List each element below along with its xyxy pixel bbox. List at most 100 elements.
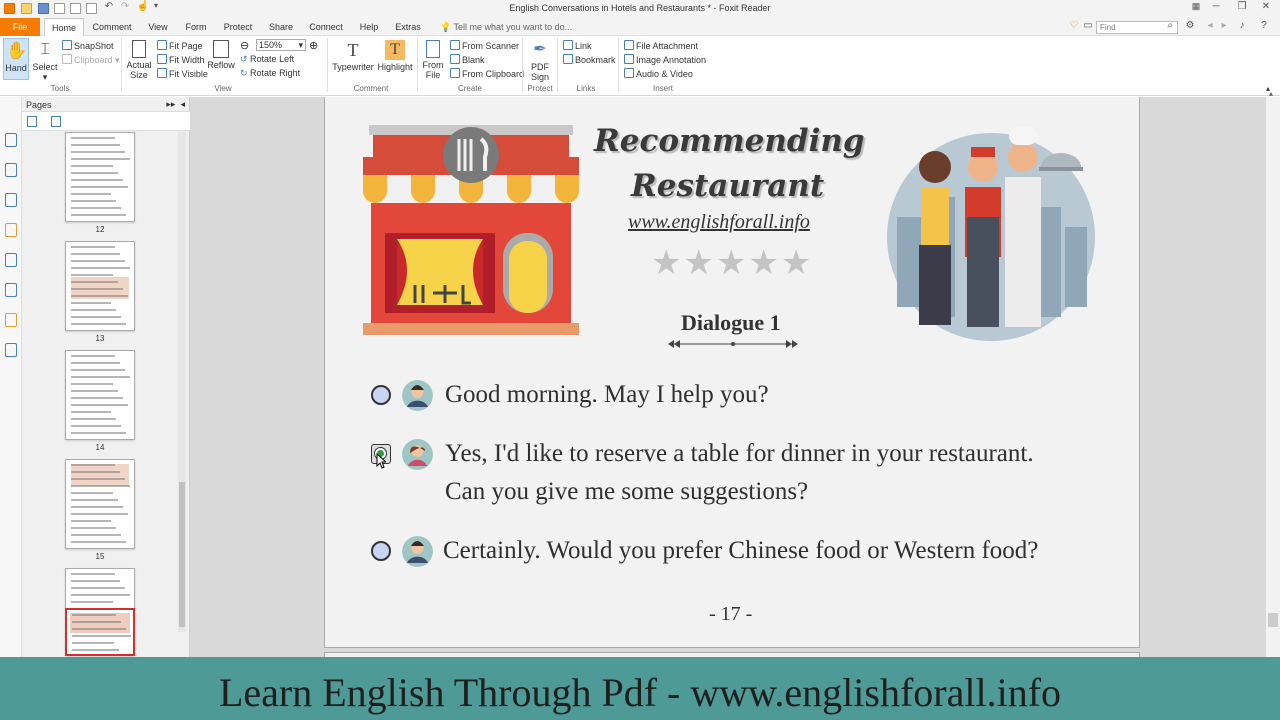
help-icon[interactable]: ?: [1254, 20, 1274, 34]
tab-extras[interactable]: Extras: [390, 18, 426, 36]
tell-me-search[interactable]: 💡 Tell me what you want to do...: [440, 18, 640, 36]
group-insert-label: Insert: [652, 84, 673, 93]
ribbon-display-icon[interactable]: ▦: [1186, 1, 1206, 15]
pages-scrollbar-thumb[interactable]: [179, 482, 185, 627]
document-website-link[interactable]: www.englishforall.info: [628, 211, 810, 234]
tab-share[interactable]: Share: [264, 18, 298, 36]
scroll-up-icon[interactable]: ▴: [1269, 89, 1273, 98]
account-icon[interactable]: ▭: [1078, 20, 1098, 34]
thumbnail-text-line: [71, 288, 123, 290]
settings-gear-icon[interactable]: ⚙: [1180, 20, 1200, 34]
tab-view[interactable]: View: [142, 18, 174, 36]
security-lock-icon[interactable]: [5, 313, 17, 327]
zoom-in-icon[interactable]: ⊕: [309, 39, 318, 52]
layers-nav-icon[interactable]: [5, 193, 17, 207]
thumbnail-text-line: [72, 628, 126, 630]
fit-width-button[interactable]: Fit Width: [157, 54, 205, 65]
pages-nav-icon[interactable]: [5, 133, 17, 147]
pdf-sign-button[interactable]: ✒ PDF Sign: [526, 40, 554, 82]
tab-connect[interactable]: Connect: [304, 18, 348, 36]
thumbnail-text-line: [71, 281, 118, 283]
from-clipboard-button[interactable]: From Clipboard: [450, 68, 524, 79]
page-thumbnail[interactable]: [65, 132, 135, 222]
thumbnail-text-line: [71, 137, 115, 139]
audio-video-button[interactable]: Audio & Video: [624, 68, 693, 79]
tab-file[interactable]: File: [0, 18, 40, 36]
zoom-select[interactable]: 150% ▾: [256, 39, 306, 51]
dialogue-3-radio[interactable]: [371, 541, 391, 561]
close-icon[interactable]: ✕: [1256, 1, 1276, 15]
pages-scrollbar[interactable]: [178, 132, 186, 632]
from-scanner-button[interactable]: From Scanner: [450, 40, 519, 51]
thumbnail-text-line: [71, 411, 111, 413]
dialogue-1-radio[interactable]: [371, 385, 391, 405]
image-annotation-button[interactable]: Image Annotation: [624, 54, 706, 65]
window-title: English Conversations in Hotels and Rest…: [509, 3, 771, 13]
highlight-button[interactable]: T Highlight: [377, 40, 413, 72]
close-panel-icon[interactable]: ◂: [180, 99, 185, 109]
thumbnail-text-line: [71, 302, 111, 304]
zoom-out-icon[interactable]: ⊖: [240, 39, 249, 52]
document-scrollbar[interactable]: ▴: [1266, 89, 1280, 657]
bookmarks-nav-icon[interactable]: [5, 163, 17, 177]
hand-tool-button[interactable]: ✋ Hand: [3, 38, 29, 80]
snapshot-label: SnapShot: [74, 41, 114, 51]
tab-form[interactable]: Form: [180, 18, 212, 36]
edit-nav-icon[interactable]: [5, 343, 17, 357]
select-tool-button[interactable]: ⌶ Select ▾: [32, 40, 58, 82]
tell-me-text: Tell me what you want to do...: [453, 22, 573, 32]
thumbnail-text-line: [71, 390, 118, 392]
thumbnail-text-line: [71, 492, 113, 494]
tab-comment[interactable]: Comment: [88, 18, 136, 36]
page-zoom-icon[interactable]: [51, 116, 61, 127]
link-button[interactable]: Link: [563, 40, 592, 51]
from-file-button[interactable]: From File: [421, 40, 445, 80]
page-options-icon[interactable]: [27, 116, 37, 127]
page-thumbnail[interactable]: [65, 350, 135, 440]
thumbnail-text-line: [71, 573, 115, 575]
search-icon[interactable]: ⌕: [1163, 20, 1177, 34]
group-view-label: View: [214, 84, 232, 93]
page-thumbnail[interactable]: [65, 459, 135, 549]
fit-page-icon: [157, 40, 167, 50]
thumbnail-text-line: [71, 432, 126, 434]
thumbnail-text-line: [71, 309, 116, 311]
page-thumbnail[interactable]: [65, 241, 135, 331]
image-annotation-label: Image Annotation: [636, 55, 707, 65]
bookmark-button[interactable]: Bookmark: [563, 54, 616, 65]
fit-visible-button[interactable]: Fit Visible: [157, 68, 208, 79]
bookmark-label: Bookmark: [575, 55, 616, 65]
blank-button[interactable]: Blank: [450, 54, 485, 65]
typewriter-button[interactable]: T Typewriter: [332, 40, 374, 72]
scroll-down-icon[interactable]: [1268, 613, 1278, 627]
signature-nav-icon[interactable]: [5, 283, 17, 297]
fit-page-button[interactable]: Fit Page: [157, 40, 203, 51]
thumbnail-text-line: [71, 404, 128, 406]
pages-panel: Pages ▸▸ ◂ 12 13 14 15: [22, 97, 190, 657]
next-result-icon[interactable]: ▸: [1214, 20, 1234, 34]
expand-panel-icon[interactable]: ▸▸: [166, 99, 175, 109]
snapshot-button[interactable]: SnapShot: [62, 40, 114, 51]
page-thumbnail-selected[interactable]: [65, 608, 135, 656]
image-icon: [624, 54, 634, 64]
page-thumbnail[interactable]: [65, 568, 135, 608]
attachments-nav-icon[interactable]: [5, 253, 17, 267]
thumbnail-text-line: [71, 478, 125, 480]
tab-home[interactable]: Home: [44, 18, 84, 37]
restore-icon[interactable]: ❐: [1232, 1, 1252, 15]
thumbnail-text-line: [71, 267, 130, 269]
blank-label: Blank: [462, 55, 485, 65]
rotate-right-button[interactable]: ↻ Rotate Right: [240, 68, 300, 79]
thumbnail-text-line: [71, 355, 115, 357]
minimize-icon[interactable]: ─: [1206, 1, 1226, 15]
comments-nav-icon[interactable]: [5, 223, 17, 237]
actual-size-button[interactable]: Actual Size: [125, 40, 153, 80]
reflow-button[interactable]: Reflow: [206, 40, 236, 70]
file-attachment-button[interactable]: File Attachment: [624, 40, 698, 51]
rotate-left-button[interactable]: ↺ Rotate Left: [240, 54, 294, 65]
tab-protect[interactable]: Protect: [218, 18, 258, 36]
tab-help[interactable]: Help: [354, 18, 384, 36]
thumbnail-text-line: [71, 527, 116, 529]
man-avatar-icon: [402, 380, 433, 411]
bell-icon[interactable]: ♪: [1232, 20, 1252, 34]
